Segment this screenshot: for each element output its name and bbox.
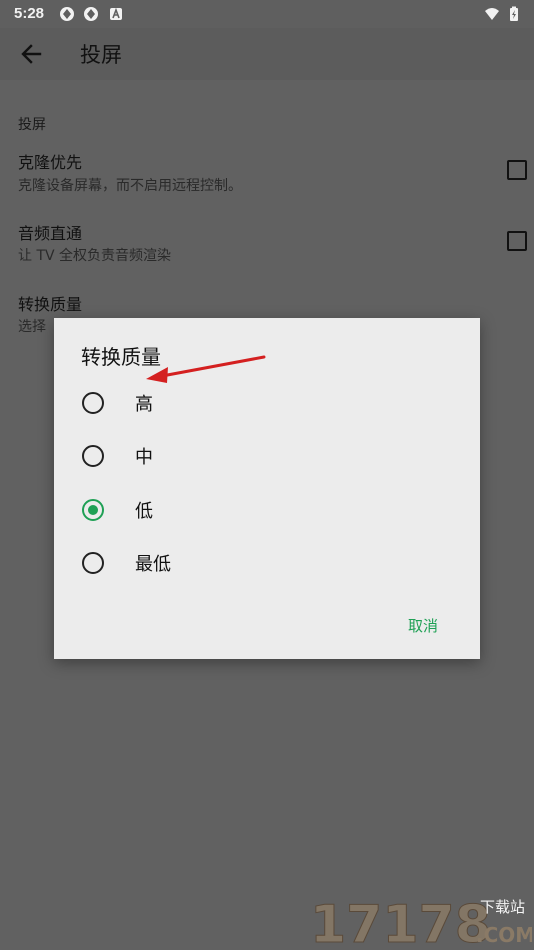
radio-button-selected[interactable] bbox=[82, 499, 104, 521]
page-title: 投屏 bbox=[80, 43, 122, 67]
wifi-icon bbox=[485, 8, 499, 20]
status-time: 5:28 bbox=[14, 5, 45, 22]
svg-text:下载站: 下载站 bbox=[480, 898, 525, 916]
category-header: 投屏 bbox=[18, 117, 46, 133]
svg-text:17178: 17178 bbox=[310, 895, 491, 948]
cancel-button[interactable]: 取消 bbox=[408, 615, 438, 636]
notification-icon-2 bbox=[84, 7, 98, 21]
svg-text:.COM: .COM bbox=[476, 923, 532, 947]
radio-button[interactable] bbox=[82, 392, 104, 414]
status-bar: 5:28 bbox=[0, 0, 534, 28]
battery-icon bbox=[510, 6, 518, 21]
audio-passthrough-checkbox[interactable] bbox=[507, 231, 527, 251]
pref-summary: 克隆设备屏幕，而不启用远程控制。 bbox=[18, 178, 242, 194]
watermark-logo: 17178 下载站 .COM bbox=[310, 895, 532, 949]
pref-summary: 让 TV 全权负责音频渲染 bbox=[18, 248, 172, 264]
radio-button[interactable] bbox=[82, 552, 104, 574]
annotation-arrow-icon bbox=[146, 355, 266, 383]
notification-icon bbox=[60, 7, 74, 21]
option-label: 低 bbox=[135, 501, 153, 522]
option-label: 最低 bbox=[135, 554, 171, 575]
pref-title: 转换质量 bbox=[18, 295, 83, 314]
radio-button[interactable] bbox=[82, 445, 104, 467]
pref-summary: 选择 bbox=[18, 319, 46, 335]
pref-title: 音频直通 bbox=[18, 224, 83, 243]
option-low[interactable]: 低 bbox=[54, 484, 480, 536]
option-lowest[interactable]: 最低 bbox=[54, 537, 480, 589]
app-bar: 投屏 bbox=[0, 28, 534, 80]
pref-title: 克隆优先 bbox=[18, 153, 83, 172]
app-notification-icon bbox=[110, 7, 122, 20]
clone-first-checkbox[interactable] bbox=[507, 160, 527, 180]
back-arrow-icon[interactable] bbox=[18, 40, 46, 68]
option-medium[interactable]: 中 bbox=[54, 430, 480, 482]
option-label: 中 bbox=[135, 447, 153, 468]
option-label: 高 bbox=[135, 394, 153, 415]
